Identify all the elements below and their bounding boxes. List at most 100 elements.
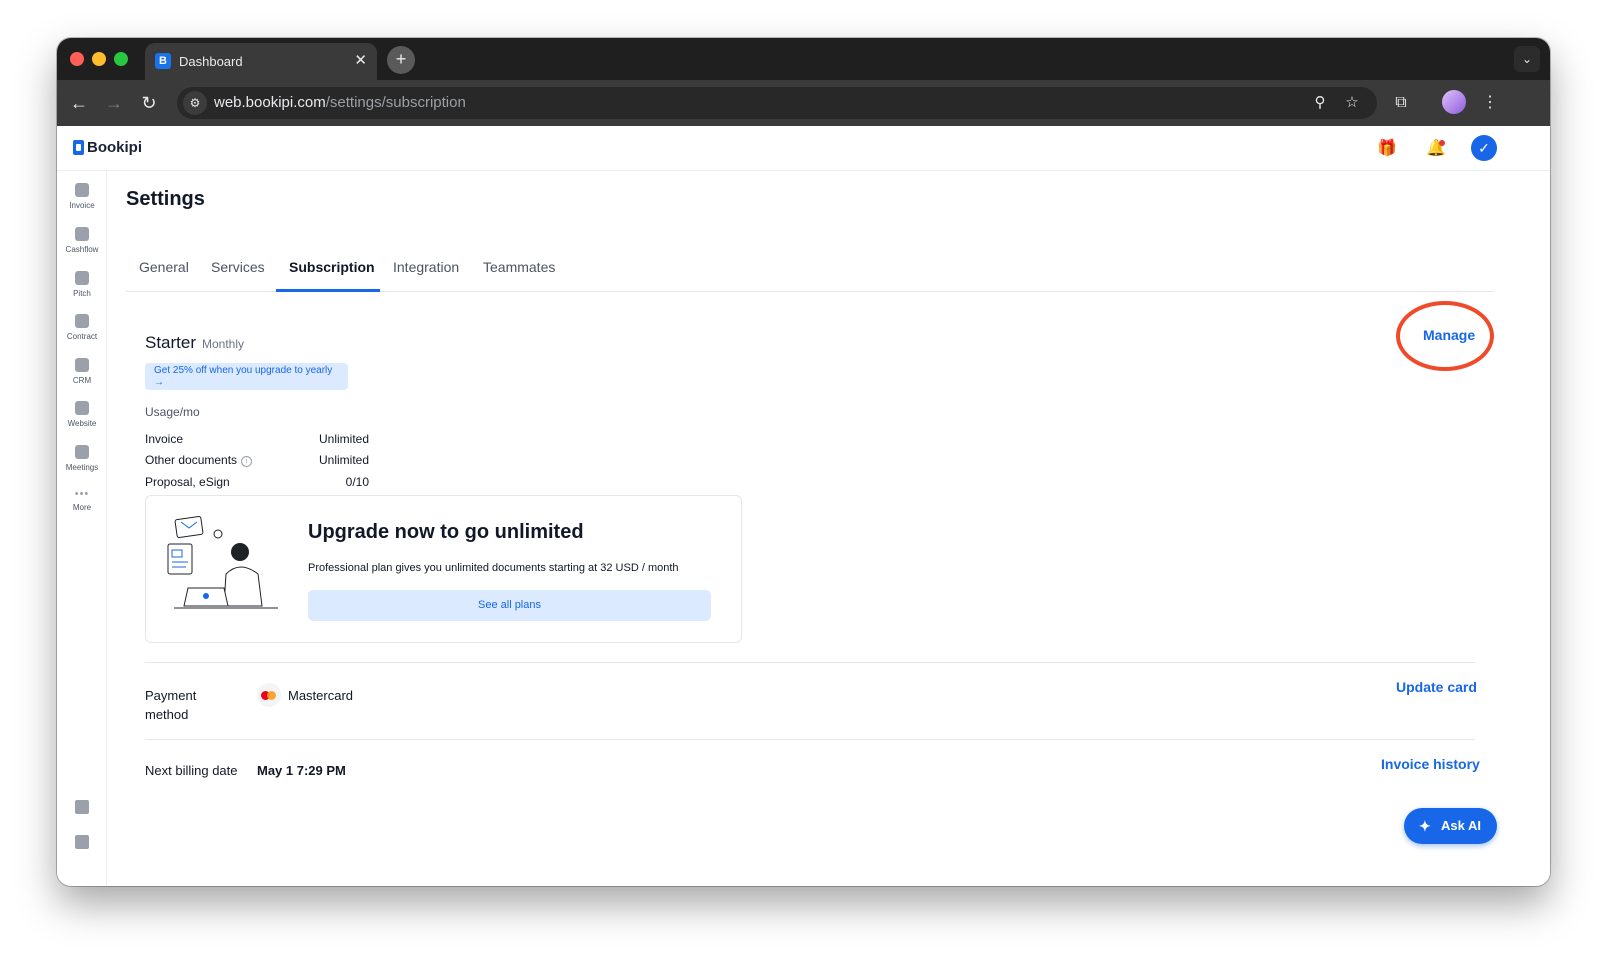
usage-row-other-documents: Other documents i Unlimited [145,453,369,467]
manage-highlight-ring [1396,301,1494,371]
upgrade-illustration [167,516,278,609]
gift-icon[interactable]: 🎁 [1376,138,1398,160]
arrow-right-icon: → [154,377,164,388]
upgrade-title: Upgrade now to go unlimited [308,521,584,543]
sidebar: Invoice Cashflow Pitch Contract CRM Webs… [57,171,107,886]
extensions-icon[interactable]: ⧉ [1389,91,1413,115]
sidebar-item-pitch[interactable]: Pitch [57,271,107,298]
browser-menu-icon[interactable]: ⋮ [1478,91,1502,115]
website-icon [75,401,89,415]
usage-value: 0/10 [345,475,369,489]
tab-integration[interactable]: Integration [393,259,459,275]
sidebar-item-crm[interactable]: CRM [57,358,107,385]
browser-window: B Dashboard ✕ + ⌄ ← → ↻ ⚙ web.bookipi.co… [57,38,1550,886]
payment-method-label: Payment method [145,688,197,722]
sidebar-item-label: CRM [72,376,92,385]
address-bar[interactable]: ⚙ web.bookipi.com/settings/subscription … [177,87,1377,119]
plan-period: Monthly [202,337,245,351]
close-tab-icon[interactable]: ✕ [354,52,367,70]
sidebar-item-label: Invoice [69,201,95,210]
logo-text: Bookipi [87,139,142,156]
bell-icon[interactable]: 🔔 [1425,138,1447,160]
sidebar-item-label: Pitch [73,289,91,298]
tab-general[interactable]: General [139,259,189,275]
notification-dot [1439,140,1445,146]
sidebar-item-meetings[interactable]: Meetings [57,445,107,472]
usage-value: Unlimited [318,453,369,467]
maximize-window-button[interactable] [114,52,128,66]
bar-chart-icon[interactable] [75,800,89,814]
app-topbar: Bookipi 🎁 🔔 ✓ [57,126,1550,171]
upgrade-card: Upgrade now to go unlimited Professional… [145,495,742,643]
url-host: web.bookipi.com [214,94,326,111]
usage-title: Usage/mo [145,405,200,419]
close-window-button[interactable] [70,52,84,66]
usage-label: Other documents [145,453,238,467]
usage-value: Unlimited [318,432,369,446]
new-tab-button[interactable]: + [387,46,415,74]
bookipi-app: Bookipi 🎁 🔔 ✓ Invoice Cashflow Pitch Con… [57,126,1550,886]
crm-icon [75,358,89,372]
tab-teammates[interactable]: Teammates [483,259,555,275]
see-all-plans-button[interactable]: See all plans [308,590,711,621]
sidebar-item-label: Website [67,419,97,428]
next-billing-value: May 1 7:29 PM [257,763,346,778]
settings-content: Settings General Services Subscription I… [126,171,1494,886]
bookipi-favicon-icon: B [155,53,171,69]
usage-label: Invoice [145,432,184,446]
url-path: /settings/subscription [325,94,466,111]
yearly-promo-banner[interactable]: Get 25% off when you upgrade to yearly → [145,363,348,390]
divider [145,739,1475,740]
usage-row-invoice: Invoice Unlimited [145,432,369,446]
sidebar-item-label: More [72,503,92,512]
mastercard-icon [257,683,281,707]
ask-ai-button[interactable]: ✦ Ask AI [1404,808,1497,844]
sidebar-item-website[interactable]: Website [57,401,107,428]
profile-avatar[interactable] [1442,90,1466,114]
sidebar-item-more[interactable]: ••• More [57,488,107,513]
contract-icon [75,314,89,328]
tab-strip: B Dashboard ✕ + ⌄ [57,38,1550,80]
tab-search-chevron-icon[interactable]: ⌄ [1514,46,1540,72]
bookipi-logo-icon [73,140,84,155]
zoom-icon[interactable]: ⚲ [1309,92,1331,114]
inbox-icon[interactable] [75,835,89,849]
back-arrow-icon[interactable]: ← [67,91,91,115]
sparkle-icon: ✦ [1419,818,1431,834]
mastercard-orange-circle [267,691,276,700]
site-info-icon[interactable]: ⚙ [183,91,207,115]
plan-name: Starter [145,333,197,352]
ask-ai-label: Ask AI [1441,818,1481,833]
minimize-window-button[interactable] [92,52,106,66]
tab-services[interactable]: Services [211,259,265,275]
sidebar-item-label: Meetings [65,463,99,472]
update-card-link[interactable]: Update card [1396,679,1477,695]
tab-title: Dashboard [179,54,243,69]
bookipi-logo[interactable]: Bookipi [73,139,142,156]
card-name: Mastercard [288,688,354,703]
url-text[interactable]: web.bookipi.com/settings/subscription [214,94,466,111]
browser-toolbar: ← → ↻ ⚙ web.bookipi.com/settings/subscri… [57,80,1550,126]
browser-tab-dashboard[interactable]: B Dashboard ✕ [145,43,377,80]
divider [145,662,1475,663]
invoice-history-link[interactable]: Invoice history [1381,756,1480,772]
page-title: Settings [126,188,205,210]
settings-tabs: General Services Subscription Integratio… [126,243,1494,292]
user-avatar[interactable]: ✓ [1471,135,1497,161]
tab-subscription[interactable]: Subscription [289,259,375,275]
promo-text: Get 25% off when you upgrade to yearly [154,365,333,376]
usage-label: Proposal, eSign [145,475,230,489]
usage-row-proposal: Proposal, eSign 0/10 [145,475,369,489]
reload-icon[interactable]: ↻ [137,91,161,115]
bookmark-star-icon[interactable]: ☆ [1341,92,1363,114]
forward-arrow-icon[interactable]: → [102,91,126,115]
sidebar-item-cashflow[interactable]: Cashflow [57,227,107,254]
info-icon[interactable]: i [241,456,253,467]
sidebar-item-invoice[interactable]: Invoice [57,183,107,210]
more-dots-icon: ••• [74,488,90,500]
sidebar-item-label: Contract [66,332,98,341]
sidebar-item-label: Cashflow [65,245,99,254]
invoice-icon [75,183,89,197]
upgrade-description: Professional plan gives you unlimited do… [308,562,679,574]
sidebar-item-contract[interactable]: Contract [57,314,107,341]
